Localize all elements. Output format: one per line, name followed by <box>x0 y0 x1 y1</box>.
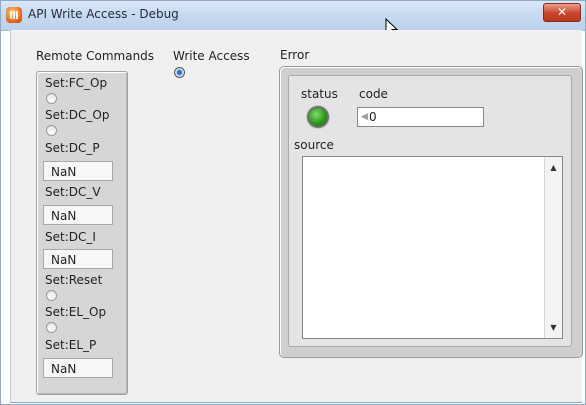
code-field[interactable]: ◀ 0 <box>357 107 484 127</box>
remote-commands-label: Remote Commands <box>36 49 155 63</box>
set-dc-p-field[interactable]: NaN <box>43 161 113 181</box>
close-button[interactable]: ✕ <box>543 3 581 22</box>
increment-arrow-icon[interactable]: ◀ <box>361 108 368 126</box>
set-el-op-radio[interactable] <box>46 322 57 333</box>
set-dc-op-radio[interactable] <box>46 125 57 136</box>
set-dc-v-field[interactable]: NaN <box>43 205 113 225</box>
write-access-radio[interactable] <box>174 67 185 78</box>
source-textbox[interactable]: ▲ ▼ <box>302 156 563 339</box>
set-reset-radio[interactable] <box>46 290 57 301</box>
set-el-p-label: Set:EL_P <box>45 338 97 352</box>
set-dc-i-field[interactable]: NaN <box>43 249 113 269</box>
set-dc-p-label: Set:DC_P <box>45 141 100 155</box>
set-dc-op-label: Set:DC_Op <box>45 108 110 122</box>
source-label: source <box>294 138 334 152</box>
code-label: code <box>359 87 388 101</box>
set-fc-op-radio[interactable] <box>46 93 57 104</box>
code-value: 0 <box>369 110 377 124</box>
error-label: Error <box>280 48 310 62</box>
set-fc-op-label: Set:FC_Op <box>45 76 108 90</box>
window-title: API Write Access - Debug <box>28 7 179 21</box>
set-reset-label: Set:Reset <box>45 273 103 287</box>
set-el-p-field[interactable]: NaN <box>43 358 113 378</box>
set-dc-i-label: Set:DC_I <box>45 230 96 244</box>
status-led[interactable] <box>307 106 329 128</box>
scroll-up-arrow-icon[interactable]: ▲ <box>545 159 562 176</box>
title-bar[interactable]: API Write Access - Debug ✕ <box>1 1 585 31</box>
set-dc-v-label: Set:DC_V <box>45 185 101 199</box>
write-access-label: Write Access <box>173 49 250 63</box>
status-label: status <box>301 87 338 101</box>
scroll-down-arrow-icon[interactable]: ▼ <box>545 319 562 336</box>
source-scrollbar[interactable]: ▲ ▼ <box>544 157 562 338</box>
set-el-op-label: Set:EL_Op <box>45 305 107 319</box>
labview-app-icon <box>6 7 22 23</box>
remote-commands-cluster: Set:FC_Op Set:DC_Op Set:DC_P NaN Set:DC_… <box>36 71 128 395</box>
